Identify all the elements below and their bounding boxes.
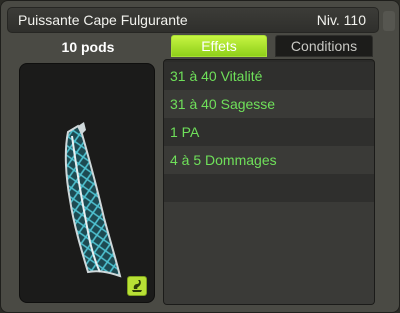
item-tooltip-panel: Puissante Cape Fulgurante Niv. 110 10 po…: [0, 0, 400, 313]
title-bar: Puissante Cape Fulgurante Niv. 110: [7, 7, 379, 33]
item-category-icon[interactable]: [127, 276, 147, 296]
tab-effets[interactable]: Effets: [171, 35, 267, 57]
window-side-handle[interactable]: [383, 11, 395, 31]
item-image-box: [19, 63, 155, 303]
cape-item-image: [64, 122, 122, 278]
item-weight: 10 pods: [61, 39, 115, 55]
effects-list: 31 à 40 Vitalité 31 à 40 Sagesse 1 PA 4 …: [163, 59, 375, 305]
effects-empty-area: [164, 202, 374, 304]
effect-row: 1 PA: [164, 118, 374, 146]
effect-row: [164, 174, 374, 202]
item-name: Puissante Cape Fulgurante: [18, 12, 188, 28]
item-level: Niv. 110: [316, 12, 366, 28]
effect-row: 31 à 40 Vitalité: [164, 62, 374, 90]
potion-icon: [132, 280, 142, 292]
tab-conditions[interactable]: Conditions: [275, 35, 373, 57]
effect-row: 4 à 5 Dommages: [164, 146, 374, 174]
effect-row: 31 à 40 Sagesse: [164, 90, 374, 118]
